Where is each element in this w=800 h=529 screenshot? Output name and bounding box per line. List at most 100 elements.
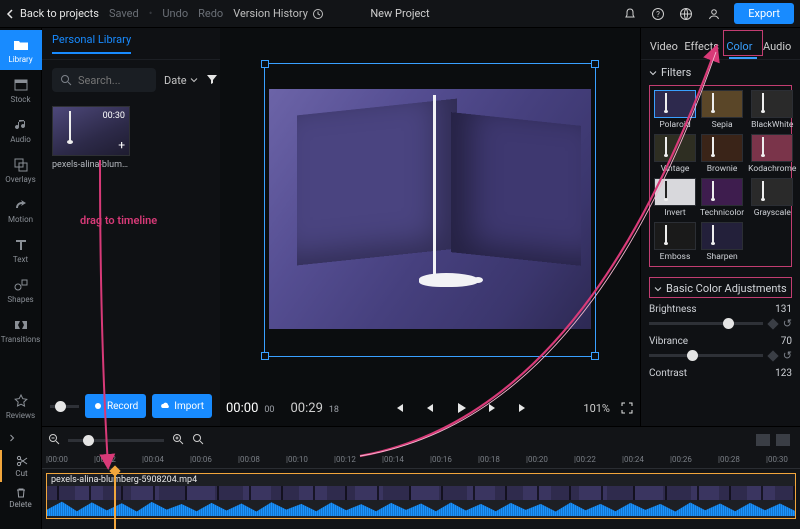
brightness-slider[interactable] [649, 322, 763, 325]
vibrance-value[interactable]: 70 [781, 336, 792, 347]
rail-transitions[interactable]: Transitions [0, 310, 42, 350]
annotation-box: Polaroid Sepia BlackWhite Vintage Browni… [649, 85, 792, 267]
filter-icon[interactable] [206, 73, 218, 88]
param-brightness: Brightness131 ↺ [649, 304, 792, 330]
clip-thumbnail[interactable]: 00:30 + [52, 106, 130, 156]
zoom-fit-icon[interactable] [192, 433, 204, 448]
search-box[interactable] [52, 68, 156, 92]
bell-icon[interactable] [622, 6, 638, 22]
resize-handle[interactable] [591, 60, 599, 68]
version-history[interactable]: Version History [233, 7, 324, 20]
cut-tool[interactable]: Cut [0, 450, 42, 482]
chevron-down-icon [649, 69, 657, 77]
project-title[interactable]: New Project [370, 7, 429, 20]
timeline-clip-title: pexels-alina-blumberg-5908204.mp4 [51, 475, 197, 485]
timeline-clip[interactable]: pexels-alina-blumberg-5908204.mp4 [46, 473, 796, 519]
filter-brownie[interactable]: Brownie [700, 134, 744, 174]
overlays-icon [13, 157, 29, 173]
user-icon[interactable] [706, 6, 722, 22]
clip-name: pexels-alina-blum… [52, 160, 130, 170]
help-icon[interactable]: ? [650, 6, 666, 22]
search-icon [60, 74, 72, 86]
rail-stock[interactable]: Stock [0, 70, 42, 110]
filter-technicolor[interactable]: Technicolor [700, 178, 744, 218]
filter-polaroid[interactable]: Polaroid [654, 90, 696, 130]
zoom-out-icon[interactable] [48, 433, 60, 448]
filter-emboss[interactable]: Emboss [654, 222, 696, 262]
filters-header[interactable]: Filters [649, 66, 792, 79]
keyframe-icon[interactable] [767, 350, 778, 361]
track-area[interactable]: pexels-alina-blumberg-5908204.mp4 [42, 469, 800, 529]
left-rail: Library Stock Audio Overlays Motion Text… [0, 28, 42, 426]
rail-audio[interactable]: Audio [0, 110, 42, 150]
skip-end-button[interactable] [516, 401, 530, 415]
zoom-percent[interactable]: 101% [583, 402, 610, 415]
rail-library[interactable]: Library [0, 30, 42, 70]
reset-icon[interactable]: ↺ [783, 317, 792, 330]
brightness-value[interactable]: 131 [775, 304, 792, 315]
param-contrast: Contrast123 [649, 368, 792, 379]
rail-reviews[interactable]: Reviews [0, 386, 42, 426]
rail-shapes[interactable]: Shapes [0, 270, 42, 310]
chevron-down-icon [190, 76, 198, 84]
skip-start-button[interactable] [392, 401, 406, 415]
annotation-box: Basic Color Adjustments [649, 277, 792, 298]
chevron-right-icon [8, 434, 16, 442]
prev-frame-button[interactable] [424, 402, 436, 414]
reset-icon[interactable]: ↺ [783, 349, 792, 362]
fullscreen-button[interactable] [620, 401, 634, 415]
globe-icon[interactable] [678, 6, 694, 22]
search-input[interactable] [78, 74, 148, 87]
play-button[interactable] [454, 401, 468, 415]
filter-sepia[interactable]: Sepia [700, 90, 744, 130]
resize-handle[interactable] [261, 60, 269, 68]
adjustments-header[interactable]: Basic Color Adjustments [654, 282, 787, 295]
tab-video[interactable]: Video [645, 40, 683, 59]
expand-timeline[interactable] [0, 426, 42, 450]
timeline-view-1[interactable] [756, 434, 770, 446]
thumb-size-slider[interactable] [50, 405, 79, 408]
zoom-in-icon[interactable] [172, 433, 184, 448]
library-clip[interactable]: 00:30 + pexels-alina-blum… [52, 106, 130, 170]
preview-canvas[interactable] [264, 63, 596, 357]
filter-grayscale[interactable]: Grayscale [748, 178, 796, 218]
record-button[interactable]: Record [85, 394, 146, 418]
shapes-icon [13, 277, 29, 293]
keyframe-icon[interactable] [767, 318, 778, 329]
undo-button[interactable]: Undo [162, 7, 188, 20]
tab-effects[interactable]: Effects [683, 40, 721, 59]
export-button[interactable]: Export [734, 3, 794, 24]
rail-text[interactable]: Text [0, 230, 42, 270]
filter-sharpen[interactable]: Sharpen [700, 222, 744, 262]
import-button[interactable]: Import [152, 394, 212, 418]
tab-audio[interactable]: Audio [758, 40, 796, 59]
timeline-zoom-slider[interactable] [68, 439, 164, 442]
selection-box[interactable] [264, 63, 596, 357]
playhead[interactable] [114, 469, 116, 529]
redo-button[interactable]: Redo [198, 7, 223, 20]
timeline-ruler[interactable]: |00:00 |00:02 |00:04 |00:06 |00:08 |00:1… [42, 453, 800, 469]
timecode: 00:0000 00:2918 [226, 401, 339, 416]
sort-dropdown[interactable]: Date [164, 74, 198, 87]
text-icon [13, 237, 29, 253]
filter-vintage[interactable]: Vintage [654, 134, 696, 174]
chevron-left-icon [6, 9, 16, 19]
vibrance-slider[interactable] [649, 354, 763, 357]
timeline-view-2[interactable] [776, 434, 790, 446]
folder-icon [13, 37, 29, 53]
resize-handle[interactable] [261, 352, 269, 360]
contrast-value[interactable]: 123 [775, 368, 792, 379]
filter-kodachrome[interactable]: Kodachrome [748, 134, 796, 174]
rail-overlays[interactable]: Overlays [0, 150, 42, 190]
delete-tool[interactable]: Delete [0, 482, 42, 514]
transitions-icon [13, 317, 29, 333]
cloud-icon [160, 401, 170, 411]
next-frame-button[interactable] [486, 402, 498, 414]
filter-blackwhite[interactable]: BlackWhite [748, 90, 796, 130]
resize-handle[interactable] [591, 352, 599, 360]
add-clip-icon[interactable]: + [118, 138, 125, 152]
library-tab-personal[interactable]: Personal Library [52, 33, 131, 54]
rail-motion[interactable]: Motion [0, 190, 42, 230]
filter-invert[interactable]: Invert [654, 178, 696, 218]
back-to-projects[interactable]: Back to projects [6, 7, 99, 20]
